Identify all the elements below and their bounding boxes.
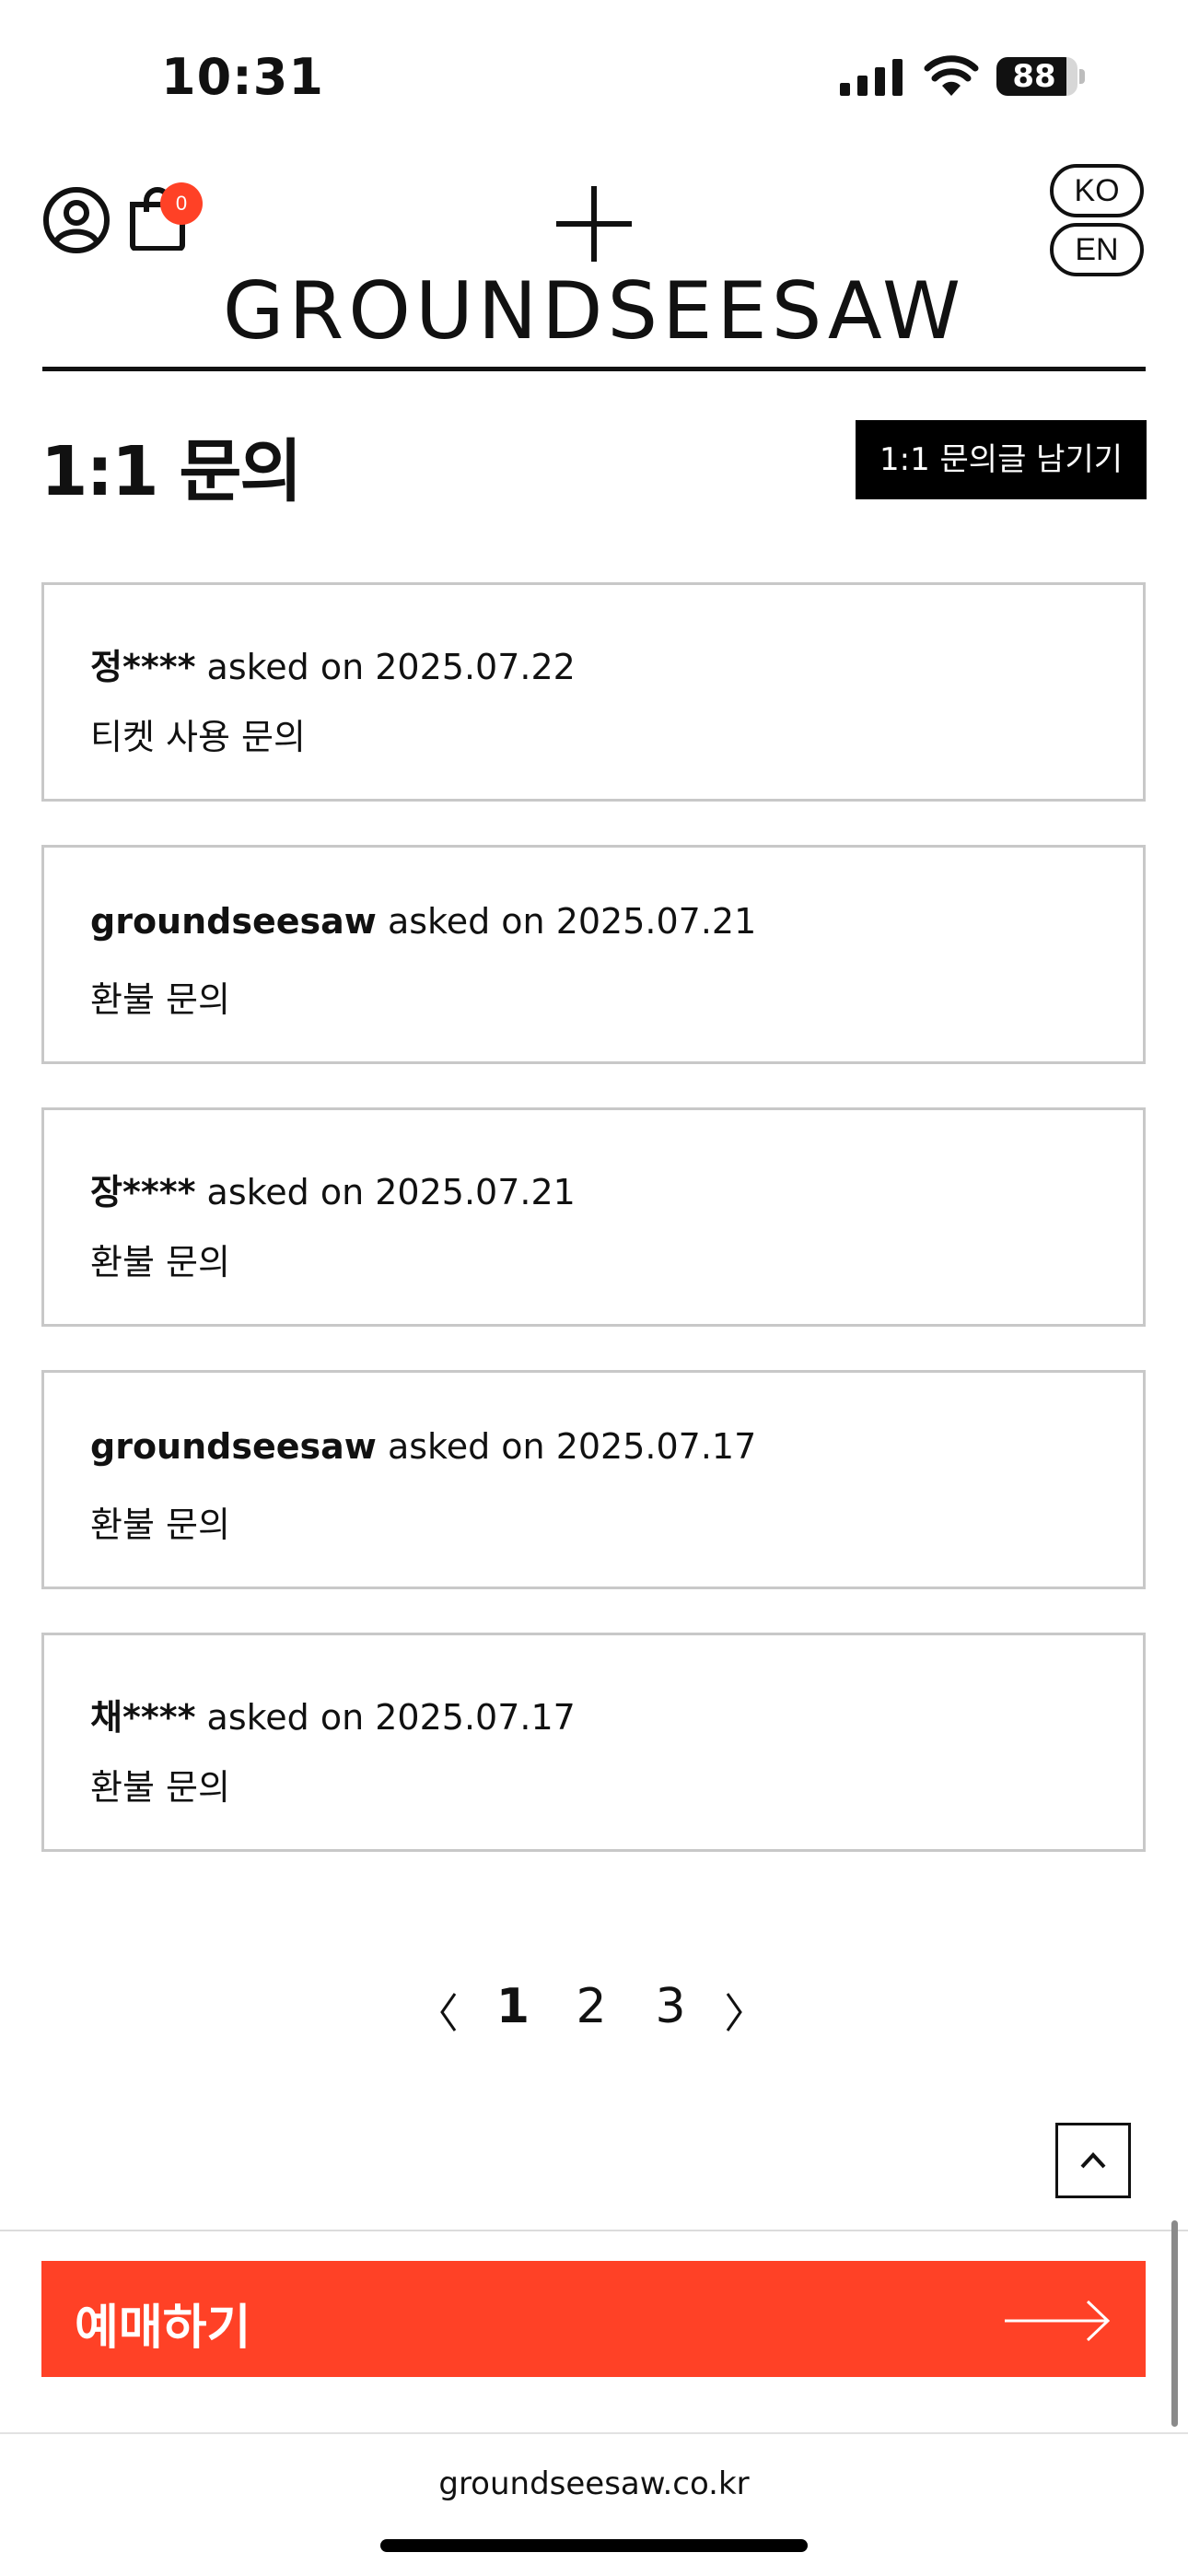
inquiry-meta: groundseesaw asked on 2025.07.21 <box>90 901 756 942</box>
cart-count-badge: 0 <box>160 182 203 225</box>
page-link-2[interactable]: 2 <box>568 1979 614 2034</box>
home-indicator[interactable] <box>380 2539 808 2552</box>
page-link-1[interactable]: 1 <box>490 1979 536 2034</box>
inquiry-date: asked on 2025.07.21 <box>195 1172 576 1212</box>
book-button[interactable]: 예매하기 <box>41 2261 1146 2377</box>
inquiry-author: 장**** <box>90 1172 196 1212</box>
language-ko-button[interactable]: KO <box>1050 164 1144 217</box>
inquiry-subject: 환불 문의 <box>90 1242 230 1282</box>
browser-url[interactable]: groundseesaw.co.kr <box>0 2465 1188 2502</box>
page-root: 10:31 88 0 GROUNDSEESAW KO EN 1:1 문의 1:1… <box>0 0 1188 2576</box>
scroll-top-button[interactable] <box>1055 2123 1131 2198</box>
inquiry-subject: 환불 문의 <box>90 1505 230 1545</box>
inquiry-card[interactable]: groundseesaw asked on 2025.07.17 환불 문의 <box>41 1370 1146 1589</box>
inquiry-subject: 환불 문의 <box>90 1767 230 1808</box>
language-en-button[interactable]: EN <box>1050 223 1144 276</box>
inquiry-author: 채**** <box>90 1697 196 1738</box>
chevron-right-icon[interactable] <box>724 1992 744 2032</box>
inquiry-card[interactable]: 정**** asked on 2025.07.22 티켓 사용 문의 <box>41 582 1146 802</box>
battery-icon: 88 <box>996 57 1085 96</box>
inquiry-subject: 환불 문의 <box>90 979 230 1020</box>
book-button-label: 예매하기 <box>75 2301 251 2356</box>
arrow-right-icon <box>1005 2300 1111 2342</box>
inquiry-date: asked on 2025.07.22 <box>195 647 576 687</box>
wifi-icon <box>924 55 979 96</box>
inquiry-card[interactable]: 채**** asked on 2025.07.17 환불 문의 <box>41 1633 1146 1852</box>
pagination: 1 2 3 <box>0 1979 1188 2043</box>
brand-wordmark[interactable]: GROUNDSEESAW <box>0 265 1188 357</box>
inquiry-card[interactable]: groundseesaw asked on 2025.07.21 환불 문의 <box>41 845 1146 1064</box>
inquiry-meta: 정**** asked on 2025.07.22 <box>90 638 576 689</box>
battery-level: 88 <box>1012 58 1056 95</box>
inquiry-meta: 채**** asked on 2025.07.17 <box>90 1689 576 1739</box>
account-icon[interactable] <box>42 186 111 254</box>
write-inquiry-button[interactable]: 1:1 문의글 남기기 <box>856 420 1147 499</box>
inquiry-author: 정**** <box>90 647 196 687</box>
chevron-left-icon[interactable] <box>438 1992 459 2032</box>
browser-url-divider <box>0 2432 1188 2434</box>
inquiry-meta: 장**** asked on 2025.07.21 <box>90 1164 576 1214</box>
inquiry-subject: 티켓 사용 문의 <box>90 717 306 757</box>
inquiry-card[interactable]: 장**** asked on 2025.07.21 환불 문의 <box>41 1107 1146 1327</box>
page-title: 1:1 문의 <box>41 432 302 511</box>
page-link-3[interactable]: 3 <box>647 1979 693 2034</box>
header-divider <box>42 367 1146 371</box>
chevron-up-icon <box>1080 2152 1106 2169</box>
signal-icon <box>840 59 903 96</box>
inquiry-meta: groundseesaw asked on 2025.07.17 <box>90 1426 756 1467</box>
footer-divider <box>0 2230 1188 2231</box>
inquiry-author: groundseesaw <box>90 1426 377 1467</box>
inquiry-author: groundseesaw <box>90 901 377 942</box>
scrollbar-thumb[interactable] <box>1171 2220 1178 2427</box>
inquiry-date: asked on 2025.07.17 <box>376 1426 757 1467</box>
site-header: 0 GROUNDSEESAW KO EN <box>0 157 1188 373</box>
inquiry-date: asked on 2025.07.17 <box>195 1697 576 1738</box>
inquiry-date: asked on 2025.07.21 <box>376 901 757 942</box>
plus-logo-icon <box>556 186 632 262</box>
status-bar: 10:31 88 <box>0 0 1188 157</box>
status-time: 10:31 <box>161 48 324 106</box>
